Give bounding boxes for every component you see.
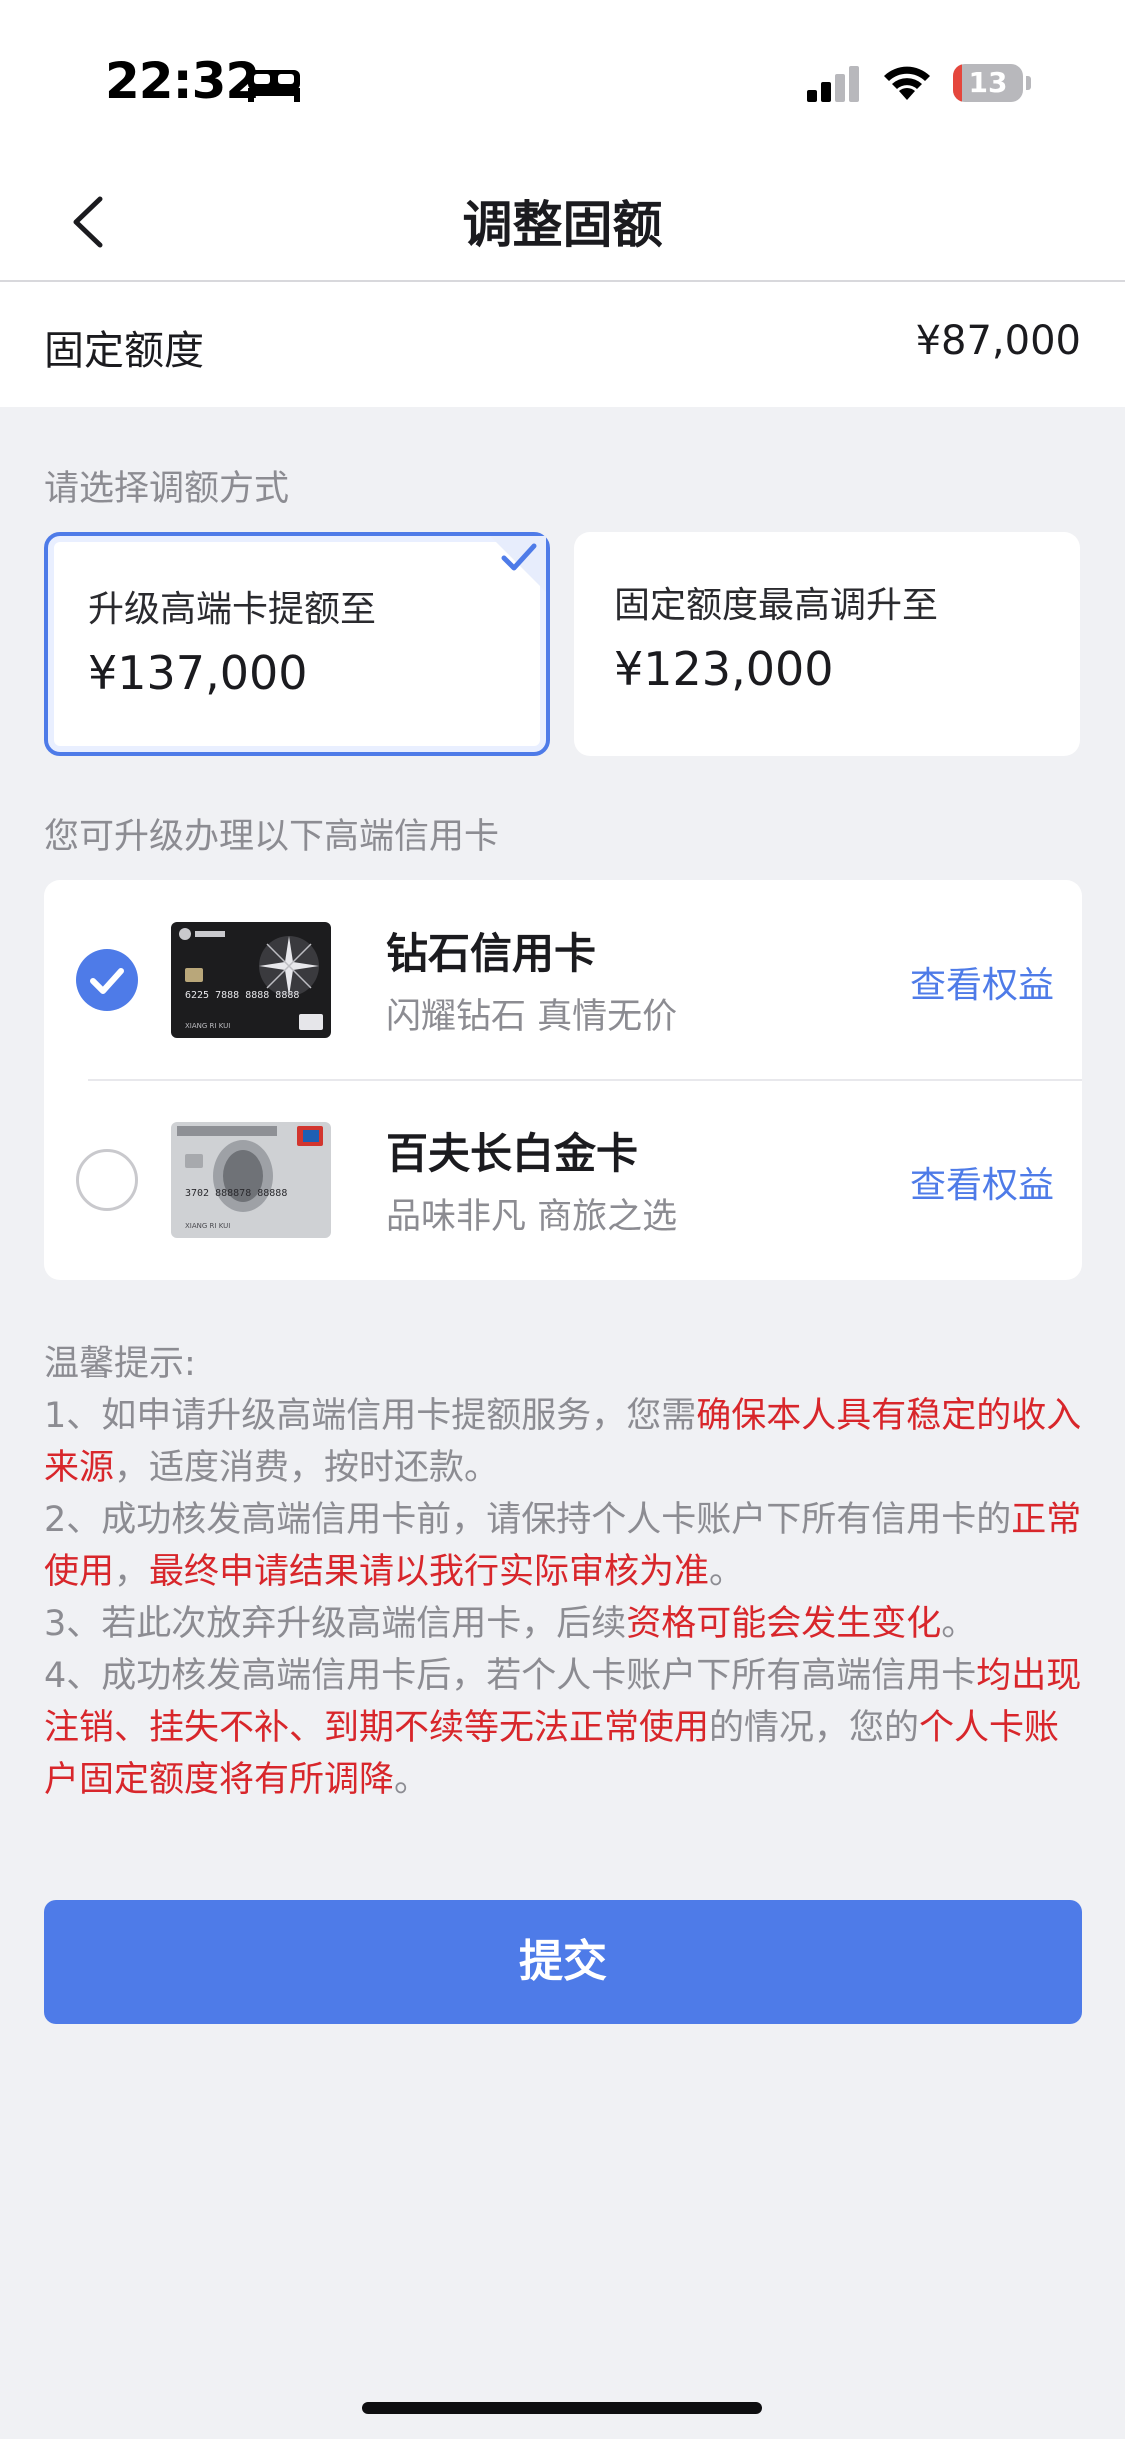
page-title: 调整固额 [462,196,663,254]
card-holder-text: XIANG RI KUI [185,1222,230,1230]
centurion-card-image: 3702 888878 88888 XIANG RI KUI [171,1122,331,1238]
tip-item-2: 2、成功核发高端信用卡前，请保持个人卡账户下所有信用卡的正常使用，最终申请结果请… [44,1494,1084,1598]
fixed-limit-row: 固定额度 ¥87,000 [0,282,1125,407]
option-amount: ¥123,000 [614,642,834,696]
card-name: 百夫长白金卡 [386,1129,639,1178]
tip-highlight: 最终申请结果请以我行实际审核为准 [149,1552,710,1592]
tip-item-4: 4、成功核发高端信用卡后，若个人卡账户下所有高端信用卡均出现注销、挂失不补、到期… [44,1650,1084,1806]
home-indicator[interactable] [362,2402,762,2414]
upgrade-cards-label: 您可升级办理以下高端信用卡 [44,817,500,857]
card-holder-text: XIANG RI KUI [185,1022,230,1030]
status-bar: 22:32 13 [0,0,1125,165]
battery-level: 13 [968,66,1008,99]
option-upgrade-card[interactable]: 升级高端卡提额至 ¥137,000 [44,532,550,756]
sleep-focus-icon [248,70,300,102]
tip-text: 2、成功核发高端信用卡前，请保持个人卡账户下所有信用卡的 [44,1500,1012,1540]
battery-indicator: 13 [953,64,1031,102]
fixed-limit-value: ¥87,000 [915,318,1081,364]
view-benefits-link[interactable]: 查看权益 [910,956,1054,1008]
tip-text: 。 [709,1552,745,1592]
tip-text: 4、成功核发高端信用卡后，若个人卡账户下所有高端信用卡 [44,1656,977,1696]
tip-text: 1、如申请升级高端信用卡提额服务，您需 [44,1396,697,1436]
tip-text: 的情况，您的 [709,1708,920,1748]
diamond-card-image: 6225 7888 8888 8888 XIANG RI KUI [171,922,331,1038]
check-icon [90,968,124,994]
tip-item-1: 1、如申请升级高端信用卡提额服务，您需确保本人具有稳定的收入来源，适度消费，按时… [44,1390,1084,1494]
view-benefits-link[interactable]: 查看权益 [910,1156,1054,1208]
status-time: 22:32 [105,52,260,110]
radio-checked[interactable] [76,949,138,1011]
tip-text: 。 [394,1760,430,1800]
adjust-method-label: 请选择调额方式 [44,469,290,509]
card-number-text: 6225 7888 8888 8888 [185,990,299,1001]
option-amount: ¥137,000 [88,646,308,700]
cellular-signal-icon [807,66,859,102]
card-name: 钻石信用卡 [386,929,597,978]
fixed-limit-label: 固定额度 [44,328,204,374]
option-title: 固定额度最高调升至 [614,585,939,626]
tip-text: 。 [941,1604,977,1644]
tips-section: 温馨提示: 1、如申请升级高端信用卡提额服务，您需确保本人具有稳定的收入来源，适… [44,1338,1084,1806]
option-title: 升级高端卡提额至 [88,589,377,630]
card-row-centurion[interactable]: 3702 888878 88888 XIANG RI KUI 百夫长白金卡 品味… [44,1080,1082,1280]
card-desc: 闪耀钻石 真情无价 [386,997,678,1037]
radio-unchecked[interactable] [76,1149,138,1211]
battery-cap [1026,76,1031,90]
card-list: 6225 7888 8888 8888 XIANG RI KUI 钻石信用卡 闪… [44,880,1082,1280]
tip-highlight: 资格可能会发生变化 [626,1604,942,1644]
tips-title: 温馨提示: [44,1344,196,1384]
option-fixed-increase-card[interactable]: 固定额度最高调升至 ¥123,000 [574,532,1080,756]
card-desc: 品味非凡 商旅之选 [386,1197,678,1237]
tip-text: 3、若此次放弃升级高端信用卡，后续 [44,1604,627,1644]
battery-body: 13 [953,64,1023,102]
tip-text: ， [114,1552,150,1592]
check-icon [501,543,537,571]
tip-item-3: 3、若此次放弃升级高端信用卡，后续资格可能会发生变化。 [44,1598,1084,1650]
wifi-icon [884,66,930,100]
card-number-text: 3702 888878 88888 [185,1188,287,1199]
tip-text: ，适度消费，按时还款。 [114,1448,500,1488]
submit-button[interactable]: 提交 [44,1900,1082,2024]
card-row-diamond[interactable]: 6225 7888 8888 8888 XIANG RI KUI 钻石信用卡 闪… [44,880,1082,1081]
nav-bar: 调整固额 [0,165,1125,282]
